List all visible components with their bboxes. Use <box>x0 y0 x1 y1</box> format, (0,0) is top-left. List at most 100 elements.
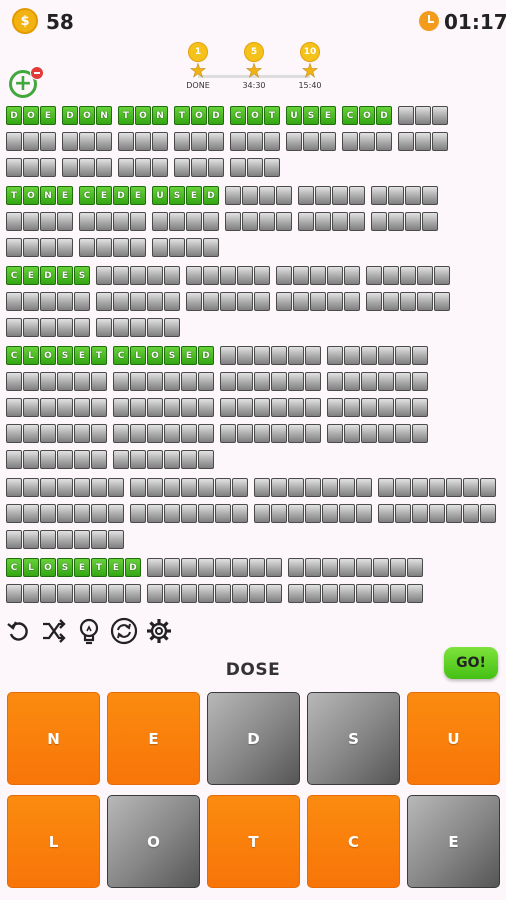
empty-letter-cell <box>147 318 163 337</box>
clock-icon <box>419 11 439 31</box>
hint-bulb-icon[interactable] <box>74 614 104 648</box>
letter-tile[interactable]: T <box>207 795 300 888</box>
empty-letter-cell <box>398 132 414 151</box>
empty-letter-cell <box>434 292 450 311</box>
letter-cell: D <box>198 346 214 365</box>
empty-letter-cell <box>305 398 321 417</box>
empty-letter-cell <box>130 398 146 417</box>
empty-letter-cell <box>395 424 411 443</box>
found-word-slot: CLOSET <box>6 346 107 365</box>
milestone-label: 34:30 <box>242 81 266 90</box>
hidden-word-slot <box>6 478 124 497</box>
empty-letter-cell <box>395 346 411 365</box>
hidden-word-slot <box>371 212 438 231</box>
hidden-word-slot <box>6 212 73 231</box>
letter-cell: E <box>74 558 90 577</box>
empty-letter-cell <box>327 266 343 285</box>
empty-letter-cell <box>147 450 163 469</box>
empty-letter-cell <box>57 504 73 523</box>
empty-letter-cell <box>74 584 90 603</box>
empty-letter-cell <box>232 504 248 523</box>
letter-cell: D <box>203 186 219 205</box>
empty-letter-cell <box>215 558 231 577</box>
refresh-icon[interactable] <box>109 614 139 648</box>
empty-letter-cell <box>191 132 207 151</box>
hidden-word-slot <box>327 346 428 365</box>
empty-letter-cell <box>349 186 365 205</box>
empty-letter-cell <box>429 504 445 523</box>
go-button[interactable]: GO! <box>444 647 498 679</box>
letter-cell: D <box>208 106 224 125</box>
empty-letter-cell <box>152 132 168 151</box>
letter-tile[interactable]: E <box>407 795 500 888</box>
empty-letter-cell <box>266 584 282 603</box>
letter-tile[interactable]: N <box>7 692 100 785</box>
empty-letter-cell <box>181 504 197 523</box>
empty-letter-cell <box>339 558 355 577</box>
empty-letter-cell <box>198 558 214 577</box>
found-word-slot: TONE <box>6 186 73 205</box>
letter-cell: D <box>376 106 392 125</box>
empty-letter-cell <box>405 212 421 231</box>
empty-letter-cell <box>378 372 394 391</box>
empty-letter-cell <box>164 504 180 523</box>
letter-tile[interactable]: S <box>307 692 400 785</box>
letter-cell: E <box>96 186 112 205</box>
empty-letter-cell <box>305 346 321 365</box>
hidden-word-slot <box>6 584 141 603</box>
empty-letter-cell <box>432 132 448 151</box>
letter-tile[interactable]: L <box>7 795 100 888</box>
empty-letter-cell <box>249 584 265 603</box>
empty-letter-cell <box>40 238 56 257</box>
empty-letter-cell <box>108 584 124 603</box>
empty-letter-cell <box>147 266 163 285</box>
empty-letter-cell <box>286 132 302 151</box>
empty-letter-cell <box>356 504 372 523</box>
star-icon: ★ <box>301 60 319 82</box>
undo-icon[interactable] <box>4 614 34 648</box>
empty-letter-cell <box>147 584 163 603</box>
empty-letter-cell <box>271 478 287 497</box>
empty-letter-cell <box>6 318 22 337</box>
empty-letter-cell <box>215 478 231 497</box>
letter-tile[interactable]: C <box>307 795 400 888</box>
empty-letter-cell <box>135 158 151 177</box>
empty-letter-cell <box>118 158 134 177</box>
empty-letter-cell <box>74 372 90 391</box>
empty-letter-cell <box>332 212 348 231</box>
empty-letter-cell <box>198 424 214 443</box>
empty-letter-cell <box>271 372 287 391</box>
letter-cell: S <box>164 346 180 365</box>
empty-letter-cell <box>383 292 399 311</box>
empty-letter-cell <box>412 346 428 365</box>
empty-letter-cell <box>203 292 219 311</box>
empty-letter-cell <box>395 478 411 497</box>
gear-icon[interactable] <box>144 614 174 648</box>
hidden-word-slot <box>6 132 56 151</box>
empty-letter-cell <box>407 584 423 603</box>
empty-letter-cell <box>6 398 22 417</box>
hidden-word-slot <box>6 292 90 311</box>
empty-letter-cell <box>303 132 319 151</box>
letter-tile[interactable]: D <box>207 692 300 785</box>
letter-tile[interactable]: U <box>407 692 500 785</box>
empty-letter-cell <box>271 398 287 417</box>
empty-letter-cell <box>152 212 168 231</box>
empty-letter-cell <box>373 584 389 603</box>
letter-tile[interactable]: O <box>107 795 200 888</box>
hidden-word-slot <box>366 266 450 285</box>
empty-letter-cell <box>130 238 146 257</box>
star-progress: 1 ★ DONE 5 ★ 34:30 10 ★ 15:40 <box>0 42 506 98</box>
shuffle-icon[interactable] <box>39 614 69 648</box>
empty-letter-cell <box>130 504 146 523</box>
empty-letter-cell <box>225 212 241 231</box>
letter-tile[interactable]: E <box>107 692 200 785</box>
empty-letter-cell <box>147 558 163 577</box>
hidden-word-slot <box>378 478 496 497</box>
empty-letter-cell <box>147 478 163 497</box>
current-word: DOSE <box>225 660 281 680</box>
hidden-word-slot <box>130 478 248 497</box>
empty-letter-cell <box>74 398 90 417</box>
empty-letter-cell <box>237 266 253 285</box>
empty-letter-cell <box>40 372 56 391</box>
